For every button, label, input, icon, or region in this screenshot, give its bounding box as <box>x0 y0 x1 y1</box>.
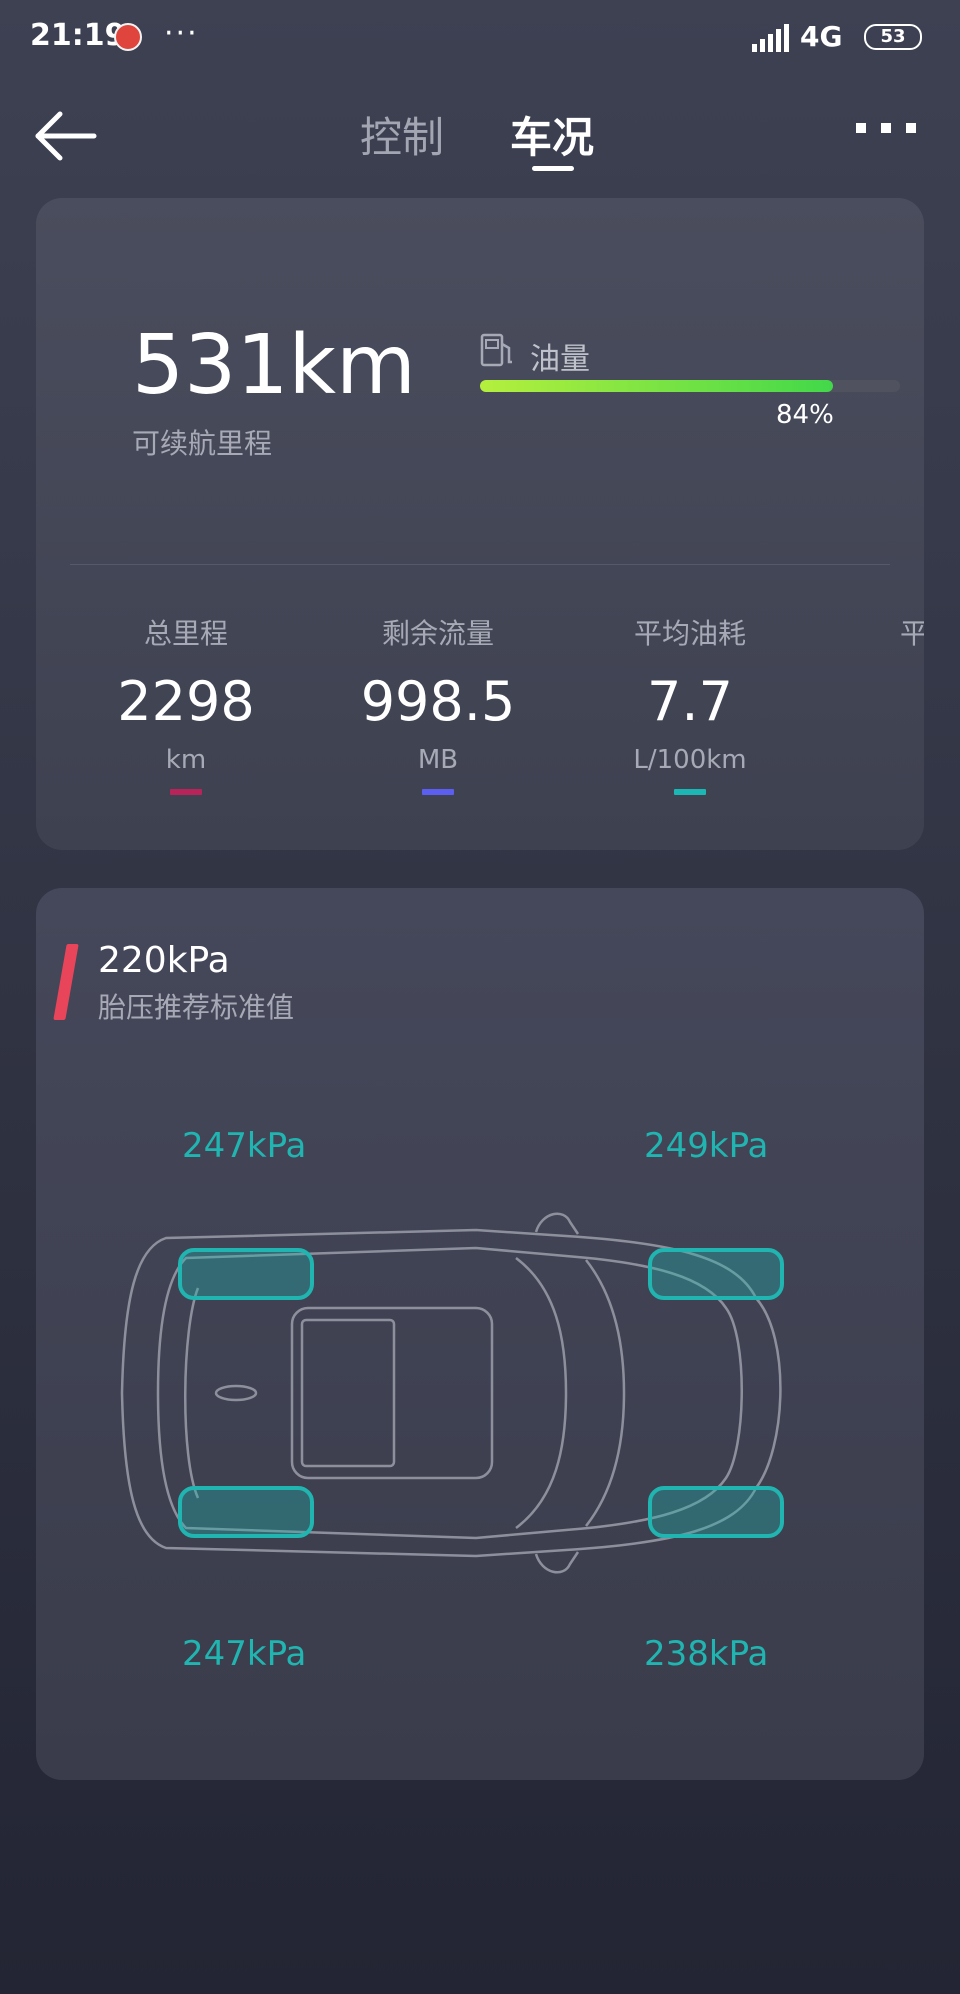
dot <box>906 123 916 133</box>
range-label: 可续航里程 <box>132 427 273 460</box>
stat-unit: MB <box>417 745 459 775</box>
status-bar: 21:19 ··· 4G 53 <box>0 0 960 72</box>
signal-icon <box>752 24 789 52</box>
notification-app-icon <box>114 23 142 51</box>
battery-icon: 53 <box>864 24 922 50</box>
fuel-level-fill <box>480 380 833 392</box>
stat-value: 7.7 <box>647 670 733 733</box>
stat-label: 平均车 <box>899 617 924 650</box>
stat-unit: L/100km <box>633 745 747 775</box>
status-time: 21:19 <box>30 18 126 53</box>
stats-row: 总里程 2298 km 剩余流量 998.5 MB 平均油耗 7.7 L/100… <box>36 612 924 812</box>
tab-control[interactable]: 控制 <box>360 104 444 165</box>
stat-label: 剩余流量 <box>381 617 494 650</box>
fuel-percent: 84% <box>776 400 834 430</box>
back-arrow-icon[interactable] <box>34 108 98 164</box>
tab-vehicle-status[interactable]: 车况 <box>510 104 594 165</box>
stat-value: 998.5 <box>360 670 516 733</box>
fuel-pump-icon <box>480 333 512 367</box>
stat-color-mark <box>674 789 706 795</box>
stat-unit: km <box>165 745 207 775</box>
stat-label: 平均油耗 <box>633 617 746 650</box>
stat-color-mark <box>170 789 202 795</box>
divider <box>70 564 890 565</box>
status-more-notifications: ··· <box>164 16 199 51</box>
stat-color-mark <box>422 789 454 795</box>
stat-avg-fuel-consumption[interactable]: 平均油耗 7.7 L/100km <box>580 612 800 795</box>
stat-unit: km <box>832 745 924 775</box>
range-value: 531km <box>132 318 416 413</box>
stat-value: 2298 <box>117 670 255 733</box>
stat-remaining-data[interactable]: 剩余流量 998.5 MB <box>328 612 548 795</box>
dot <box>881 123 891 133</box>
stat-total-mileage[interactable]: 总里程 2298 km <box>76 612 296 795</box>
car-top-view-icon <box>120 1212 784 1574</box>
tire-pressure-rear-right: 238kPa <box>644 1634 769 1674</box>
standard-pressure-value: 220kPa <box>98 940 230 981</box>
more-options-icon[interactable] <box>856 118 916 138</box>
tire-pressure-front-left: 247kPa <box>182 1126 307 1166</box>
nav-bar: 控制 车况 <box>0 88 960 188</box>
standard-indicator-bar <box>53 944 79 1020</box>
fuel-label: 油量 <box>530 342 590 377</box>
stat-avg-speed[interactable]: 平均车 3 km <box>832 612 924 795</box>
tire-pressure-rear-left: 247kPa <box>182 1634 307 1674</box>
standard-pressure-label: 胎压推荐标准值 <box>98 991 295 1024</box>
fuel-level-bar <box>480 380 900 392</box>
network-type: 4G <box>800 20 843 53</box>
stat-label: 总里程 <box>143 617 228 650</box>
tire-pressure-card: 220kPa 胎压推荐标准值 247kPa 249kPa 247kPa 238k… <box>36 888 924 1780</box>
stat-value: 3 <box>832 670 924 733</box>
vehicle-status-card: 531km 可续航里程 油量 84% 总里程 2298 km 剩余流量 998.… <box>36 198 924 850</box>
dot <box>856 123 866 133</box>
active-tab-indicator <box>532 166 574 171</box>
tire-pressure-front-right: 249kPa <box>644 1126 769 1166</box>
